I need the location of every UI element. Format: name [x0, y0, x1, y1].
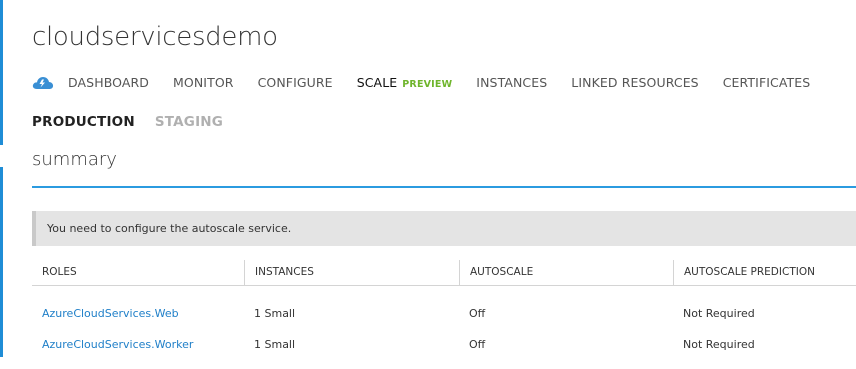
column-header-autoscale-prediction[interactable]: AUTOSCALE PREDICTION — [673, 260, 856, 285]
column-header-roles[interactable]: ROLES — [32, 260, 244, 285]
cloud-service-icon — [32, 75, 54, 89]
autoscale-prediction-cell: Not Required — [683, 338, 755, 351]
autoscale-cell: Off — [469, 338, 486, 351]
table-header: ROLES INSTANCES AUTOSCALE AUTOSCALE PRED… — [32, 260, 856, 286]
tab-monitor[interactable]: MONITOR — [173, 75, 234, 90]
role-link[interactable]: AzureCloudServices.Web — [42, 307, 179, 320]
page-title: cloudservicesdemo — [32, 22, 278, 52]
left-accent-bar — [0, 0, 3, 145]
role-name-cell: AzureCloudServices.Web — [32, 307, 244, 320]
tab-production[interactable]: PRODUCTION — [32, 114, 135, 130]
tab-configure[interactable]: CONFIGURE — [258, 75, 333, 90]
autoscale-cell: Off — [469, 307, 486, 320]
table-row[interactable]: AzureCloudServices.Web 1 Small Off Not R… — [32, 307, 856, 338]
column-header-instances[interactable]: INSTANCES — [244, 260, 459, 285]
service-nav: DASHBOARD MONITOR CONFIGURE SCALE PREVIEW… — [32, 73, 834, 91]
preview-badge: PREVIEW — [402, 78, 453, 90]
tab-linked-resources[interactable]: LINKED RESOURCES — [571, 75, 698, 90]
role-link[interactable]: AzureCloudServices.Worker — [42, 338, 193, 351]
tab-staging[interactable]: STAGING — [155, 114, 223, 130]
tab-instances[interactable]: INSTANCES — [476, 75, 547, 90]
column-header-autoscale[interactable]: AUTOSCALE — [459, 260, 673, 285]
notice-text: You need to configure the autoscale serv… — [47, 222, 292, 235]
instances-cell: 1 Small — [254, 338, 296, 351]
autoscale-notice: You need to configure the autoscale serv… — [32, 211, 856, 246]
summary-heading: summary — [32, 149, 117, 170]
instances-cell: 1 Small — [254, 307, 296, 320]
autoscale-prediction-cell: Not Required — [683, 307, 755, 320]
environment-tabs: PRODUCTION STAGING — [32, 114, 243, 130]
left-accent-bar — [0, 167, 3, 357]
roles-table: ROLES INSTANCES AUTOSCALE AUTOSCALE PRED… — [32, 260, 856, 369]
tab-dashboard[interactable]: DASHBOARD — [68, 75, 149, 90]
tab-scale-label: SCALE — [356, 74, 398, 90]
tab-certificates[interactable]: CERTIFICATES — [723, 75, 811, 90]
tab-scale[interactable]: SCALE PREVIEW — [357, 75, 453, 90]
section-divider — [32, 186, 856, 188]
table-row[interactable]: AzureCloudServices.Worker 1 Small Off No… — [32, 338, 856, 369]
role-name-cell: AzureCloudServices.Worker — [32, 338, 244, 351]
